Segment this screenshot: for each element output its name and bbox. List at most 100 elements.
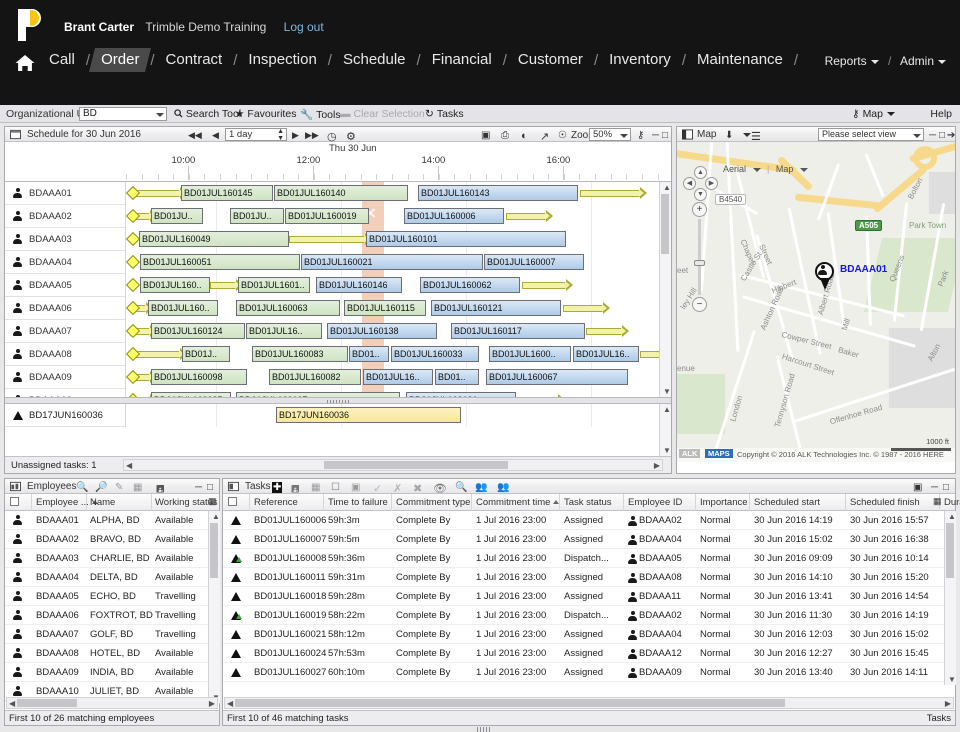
tasks-col-importance[interactable]: Importance bbox=[700, 497, 748, 508]
table-row[interactable]: BDAAA08HOTEL, BDAvailable bbox=[5, 644, 208, 663]
scroll-right-arrow[interactable]: ▶ bbox=[945, 699, 951, 708]
table-row[interactable]: BDAAA07GOLF, BDTravelling bbox=[5, 625, 208, 644]
table-row[interactable]: BDAAA06FOXTROT, BDTravelling bbox=[5, 606, 208, 625]
column-chooser-icon[interactable]: ▦ bbox=[933, 496, 942, 507]
gantt-hscroll-thumb[interactable] bbox=[324, 461, 508, 469]
map-zoom-slider[interactable]: + − bbox=[692, 202, 707, 312]
nav-item-customer[interactable]: Customer bbox=[509, 48, 592, 72]
aerial-layer-button[interactable]: Aerial bbox=[723, 164, 746, 174]
favourites-button[interactable]: ★Favourites bbox=[235, 108, 296, 120]
step-back-button[interactable]: ◀ bbox=[212, 130, 219, 141]
scroll-up-arrow[interactable]: ▲ bbox=[663, 405, 671, 414]
nav-item-inspection[interactable]: Inspection bbox=[239, 48, 325, 72]
org-unit-select[interactable]: BD bbox=[79, 107, 167, 121]
interval-stepper[interactable]: 1 day ▲▼ bbox=[225, 128, 287, 141]
gantt-task-bar[interactable]: BD01JUL160.. bbox=[148, 300, 218, 316]
group-add-icon[interactable]: 👥 bbox=[475, 482, 487, 493]
gantt-task-bar[interactable]: BD01JUL160062 bbox=[420, 277, 520, 293]
gantt-splitter[interactable] bbox=[5, 397, 671, 404]
contrast-icon[interactable]: ◐ bbox=[521, 130, 528, 142]
gantt-task-bar[interactable]: BD01JUL160006 bbox=[404, 208, 504, 224]
table-row[interactable]: BD01JUL16000759h:5mComplete By1 Jul 2016… bbox=[223, 530, 944, 549]
gantt-employee-row[interactable]: BDAAA05BD01JUL160..BD01JUL1601..BD01JUL1… bbox=[5, 274, 671, 297]
gantt-task-bar[interactable]: BD01JUL160145 bbox=[181, 185, 273, 201]
gantt-task-bar[interactable]: BD01JUL160007 bbox=[484, 254, 584, 270]
gantt-employee-row[interactable]: BDAAA02BD01JU..BD01JU..BD01JUL160019BD01… bbox=[5, 205, 671, 228]
logout-link[interactable]: Log out bbox=[284, 20, 324, 34]
skip-first-button[interactable]: ◀◀ bbox=[188, 130, 202, 141]
gantt-task-bar[interactable]: BD01JUL160063 bbox=[236, 300, 340, 316]
map-layer-button[interactable]: Map bbox=[776, 164, 794, 174]
table-row[interactable]: BD01JUL16000859h:36mComplete By1 Jul 201… bbox=[223, 549, 944, 568]
gantt-employee-row[interactable]: BDAAA09BD01JUL160098BD01JUL160082BD01JUL… bbox=[5, 366, 671, 389]
gantt-task-bar[interactable]: BD01JUL160124 bbox=[151, 323, 245, 339]
archive-icon[interactable]: ☐ bbox=[331, 482, 340, 493]
gantt-row-lane[interactable]: BD01JUL160..BD01JUL160063BD01JUL160115BD… bbox=[125, 297, 661, 320]
table-row[interactable]: BD01JUL16001958h:22mComplete By1 Jul 201… bbox=[223, 606, 944, 625]
chart-icon[interactable]: ▦ bbox=[311, 482, 320, 493]
select-all-checkbox[interactable] bbox=[228, 497, 237, 506]
scroll-up-arrow[interactable]: ▲ bbox=[948, 512, 956, 521]
nav-item-financial[interactable]: Financial bbox=[423, 48, 501, 72]
download-icon[interactable]: ⬇ bbox=[725, 130, 733, 141]
gantt-row-lane[interactable]: BD01JUL160085BD01JUL160107BD01JUL160131 bbox=[125, 389, 661, 397]
unassigned-vertical-scrollbar[interactable]: ▲ ▼ bbox=[659, 404, 671, 456]
shield-icon[interactable]: ☉ bbox=[558, 130, 567, 141]
nav-item-call[interactable]: Call bbox=[40, 48, 84, 72]
map-popout-button[interactable]: ➔ bbox=[947, 130, 955, 141]
gantt-scroll-thumb[interactable] bbox=[661, 194, 669, 254]
gantt-row-lane[interactable]: BD01JUL160124BD01JUL16..BD01JUL160138BD0… bbox=[125, 320, 661, 343]
tasks-col-employee-id[interactable]: Employee ID bbox=[628, 497, 682, 508]
maximize-button[interactable]: □ bbox=[662, 130, 668, 141]
zoom-knob[interactable] bbox=[694, 260, 705, 266]
gantt-task-bar[interactable]: BD01JUL160146 bbox=[316, 277, 402, 293]
column-chooser-icon[interactable]: ▦ bbox=[208, 496, 217, 507]
card-view-icon[interactable]: ▦ bbox=[133, 482, 142, 493]
tasks-minimize-button[interactable]: ─ bbox=[931, 482, 938, 493]
edit-pencil-icon[interactable]: ✎ bbox=[115, 482, 123, 493]
map-menu-button[interactable]: ⚷Map bbox=[852, 108, 898, 120]
gantt-employee-row[interactable]: BDAAA08BD01J..BD01JUL160083BD01..BD01JUL… bbox=[5, 343, 671, 366]
gantt-task-bar[interactable]: BD01JU.. bbox=[151, 208, 203, 224]
gantt-employee-row[interactable]: BDAAA03BD01JUL160049BD01JUL160101 bbox=[5, 228, 671, 251]
zoom-out-button[interactable]: − bbox=[692, 297, 707, 312]
help-button[interactable]: Help bbox=[930, 108, 952, 120]
table-row[interactable]: BDAAA05ECHO, BDTravelling bbox=[5, 587, 208, 606]
nav-item-contract[interactable]: Contract bbox=[157, 48, 232, 72]
gantt-task-bar[interactable]: BD01J.. bbox=[182, 346, 230, 362]
table-row[interactable]: BDAAA01ALPHA, BDAvailable bbox=[5, 511, 208, 530]
key-icon[interactable]: ⚷ bbox=[637, 130, 644, 141]
gantt-row-lane[interactable]: BD01JUL160.. BD01JUL1601.. BD01JUL160146 BD… bbox=[125, 274, 661, 297]
gantt-task-bar[interactable]: BD01JUL160.. bbox=[140, 277, 210, 293]
nav-item-schedule[interactable]: Schedule bbox=[334, 48, 415, 72]
tasks-vertical-scrollbar[interactable]: ▲ ▼ bbox=[944, 511, 956, 685]
tasks-col-reference[interactable]: Reference bbox=[254, 497, 298, 508]
table-row[interactable]: BD01JUL16001859h:28mComplete By1 Jul 201… bbox=[223, 587, 944, 606]
zoom-select[interactable]: 50% bbox=[589, 128, 631, 141]
reports-menu[interactable]: Reports bbox=[825, 54, 879, 68]
table-row[interactable]: BDAAA04DELTA, BDAvailable bbox=[5, 568, 208, 587]
scroll-right-arrow[interactable]: ▶ bbox=[209, 699, 215, 708]
gantt-task-bar[interactable]: BD01JUL160138 bbox=[327, 323, 437, 339]
gantt-task-bar[interactable]: BD01JUL160140 bbox=[274, 185, 408, 201]
map-pan-control[interactable]: ▲ ◀ ▶ ▼ bbox=[685, 168, 715, 198]
tasks-hscroll-thumb[interactable] bbox=[235, 699, 785, 707]
tasks-col-scheduled-finish[interactable]: Scheduled finish bbox=[850, 497, 920, 508]
tasks-col-task-status[interactable]: Task status bbox=[564, 497, 612, 508]
tasks-col-commitment-time[interactable]: Commitment time bbox=[476, 497, 559, 508]
tasks-col-time-to-failure[interactable]: Time to failure bbox=[328, 497, 388, 508]
employees-minimize-button[interactable]: ─ bbox=[195, 482, 202, 493]
gantt-employee-row[interactable]: BDAAA01BD01JUL160145BD01JUL160140BD01JUL… bbox=[5, 182, 671, 205]
zoom-in-button[interactable]: + bbox=[692, 202, 707, 217]
table-row[interactable]: BDAAA09INDIA, BDAvailable bbox=[5, 663, 208, 682]
gantt-employee-row[interactable]: BDAAA06BD01JUL160..BD01JUL160063BD01JUL1… bbox=[5, 297, 671, 320]
step-forward-button[interactable]: ▶ bbox=[292, 130, 299, 141]
window-icon[interactable]: ▣ bbox=[351, 482, 360, 493]
gantt-task-bar[interactable]: BD01JU.. bbox=[230, 208, 284, 224]
gantt-employee-row[interactable]: BDAAA07BD01JUL160124BD01JUL16..BD01JUL16… bbox=[5, 320, 671, 343]
pan-down-button[interactable]: ▼ bbox=[694, 188, 707, 201]
table-row[interactable]: BD01JUL16002158h:12mComplete By1 Jul 201… bbox=[223, 625, 944, 644]
skip-last-button[interactable]: ▶▶ bbox=[305, 130, 319, 141]
scroll-down-arrow[interactable]: ▼ bbox=[948, 675, 956, 684]
gantt-task-bar[interactable]: BD01JUL1601.. bbox=[238, 277, 310, 293]
